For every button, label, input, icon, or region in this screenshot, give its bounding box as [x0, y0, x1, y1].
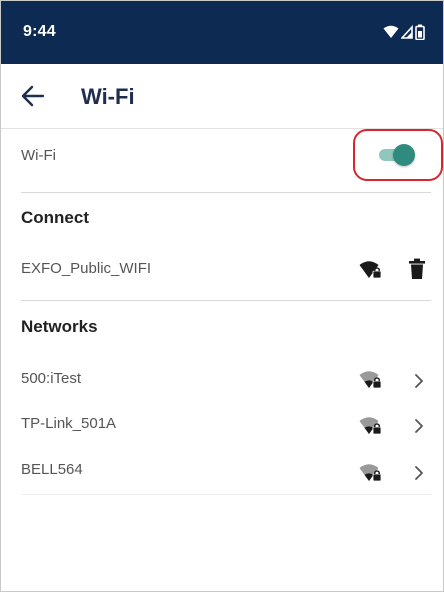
page-title: Wi-Fi	[81, 84, 135, 109]
chevron-right-icon[interactable]	[412, 465, 426, 481]
connect-section-title: Connect	[21, 208, 89, 227]
divider	[21, 300, 431, 301]
status-icons	[383, 23, 425, 41]
highlight-annotation	[353, 129, 443, 181]
chevron-right-icon[interactable]	[412, 373, 426, 389]
networks-section-title: Networks	[21, 317, 98, 336]
wifi-lock-icon	[358, 368, 384, 392]
screen: 9:44 Wi-Fi Wi-Fi Connect EXFO_Public_WIF…	[0, 0, 444, 592]
status-bar: 9:44	[1, 1, 443, 64]
wifi-lock-icon	[358, 461, 384, 485]
wifi-lock-icon	[358, 258, 384, 282]
trash-icon[interactable]	[404, 257, 430, 281]
battery-icon	[415, 24, 425, 40]
chevron-right-icon[interactable]	[412, 418, 426, 434]
divider	[21, 494, 431, 495]
status-time: 9:44	[23, 23, 56, 40]
wifi-signal-icon	[383, 25, 399, 38]
divider	[21, 192, 431, 193]
cell-signal-icon	[401, 25, 413, 39]
app-bar: Wi-Fi	[1, 64, 443, 129]
wifi-lock-icon	[358, 414, 384, 438]
arrow-left-icon[interactable]	[19, 82, 47, 110]
